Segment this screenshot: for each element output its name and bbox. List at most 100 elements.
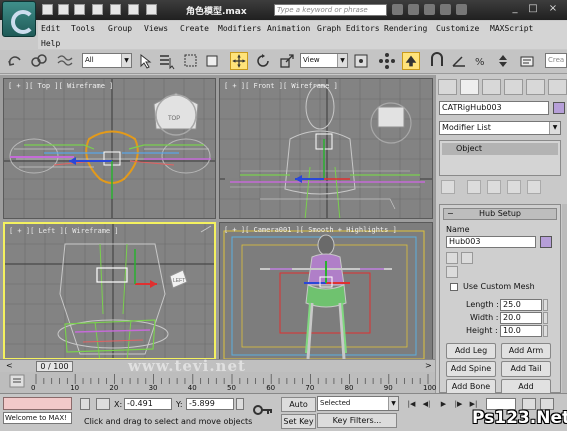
remove-modifier-icon[interactable] — [507, 180, 521, 194]
help-icon[interactable] — [456, 4, 467, 15]
save-file-icon[interactable] — [74, 4, 85, 15]
select-and-manipulate-icon[interactable] — [378, 52, 396, 70]
viewport-top-label[interactable]: [ + ][ Top ][ Wireframe ] — [8, 82, 113, 90]
minimize-button[interactable]: _ — [508, 3, 522, 16]
stack-item-object[interactable]: Object — [442, 143, 558, 155]
hub-color-swatch[interactable] — [540, 236, 552, 248]
undo-tool-icon[interactable] — [6, 52, 24, 70]
window-crossing-icon[interactable] — [204, 52, 222, 70]
utilities-tab-icon[interactable] — [548, 79, 567, 95]
viewport-left[interactable]: LEFT [ + ][ Left ][ Wireframe ] — [3, 222, 216, 360]
selection-filter-dropdown[interactable]: All ▼ — [82, 53, 132, 68]
keyboard-shortcut-override-icon[interactable] — [402, 52, 420, 70]
time-slider-right-arrow[interactable]: > — [425, 361, 432, 370]
menu-customize[interactable]: Customize — [436, 24, 479, 33]
hub-name-field[interactable]: Hub003 — [446, 236, 536, 248]
pin-stack-icon[interactable] — [441, 180, 455, 194]
menu-animation[interactable]: Animation — [267, 24, 310, 33]
select-and-link-icon[interactable] — [30, 52, 48, 70]
rollout-header[interactable]: − Hub Setup — [443, 208, 557, 220]
previous-frame-icon[interactable]: ◀| — [420, 398, 433, 410]
open-file-icon[interactable] — [58, 4, 69, 15]
motion-tab-icon[interactable] — [504, 79, 523, 95]
search-input[interactable]: Type a keyword or phrase — [274, 4, 387, 16]
command-panel-scrollbar[interactable] — [562, 204, 567, 393]
named-selection-input[interactable]: Crea — [545, 53, 567, 68]
menu-group[interactable]: Group — [108, 24, 132, 33]
next-frame-icon[interactable]: |▶ — [452, 398, 465, 410]
copy-icon[interactable] — [461, 252, 473, 264]
height-spinner[interactable] — [543, 325, 548, 337]
z-coord-spinner[interactable] — [236, 398, 244, 410]
project-folder-icon[interactable] — [146, 4, 157, 15]
object-name-field[interactable]: CATRigHub003 — [439, 101, 549, 115]
menu-tools[interactable]: Tools — [71, 24, 95, 33]
undo-icon[interactable] — [92, 4, 103, 15]
add-arm-button[interactable]: Add Arm — [501, 343, 551, 359]
selection-lock-icon[interactable] — [80, 398, 90, 410]
menu-maxscript[interactable]: MAXScript — [490, 24, 533, 33]
viewport-front[interactable]: [ + ][ Front ][ Wireframe ] — [219, 78, 433, 219]
create-tab-icon[interactable] — [438, 79, 457, 95]
hold-icon[interactable] — [128, 4, 139, 15]
bind-to-space-warp-icon[interactable] — [56, 52, 74, 70]
go-to-start-icon[interactable]: |◀ — [405, 398, 418, 410]
track-bar[interactable]: 0 10 20 30 40 50 60 70 80 90 100 — [0, 372, 436, 393]
select-and-rotate-icon[interactable] — [254, 52, 272, 70]
x-coord-field[interactable]: -0.491 — [124, 398, 172, 410]
add-spine-button[interactable]: Add Spine — [446, 361, 496, 377]
show-end-result-icon[interactable] — [467, 180, 481, 194]
subscription-icon[interactable] — [408, 4, 419, 15]
edit-named-selection-icon[interactable] — [518, 52, 536, 70]
menu-views[interactable]: Views — [144, 24, 168, 33]
y-coord-field[interactable]: -5.899 — [186, 398, 234, 410]
viewcube-top-face[interactable]: TOP — [168, 116, 180, 122]
menu-rendering[interactable]: Rendering — [384, 24, 427, 33]
absolute-mode-icon[interactable] — [96, 398, 110, 410]
paste-icon[interactable] — [446, 252, 458, 264]
select-and-move-icon[interactable] — [230, 52, 248, 70]
object-color-swatch[interactable] — [553, 102, 565, 114]
spinner-snap-icon[interactable] — [494, 52, 512, 70]
viewport-front-label[interactable]: [ + ][ Front ][ Wireframe ] — [224, 82, 338, 90]
hierarchy-tab-icon[interactable] — [482, 79, 501, 95]
key-filters-button[interactable]: Key Filters... — [317, 413, 397, 428]
maximize-button[interactable]: □ — [526, 3, 540, 16]
add-tail-button[interactable]: Add Tail — [501, 361, 551, 377]
maxscript-mini-listener[interactable] — [3, 397, 72, 410]
use-pivot-center-icon[interactable] — [352, 52, 370, 70]
select-by-name-icon[interactable] — [158, 52, 176, 70]
menu-edit[interactable]: Edit — [41, 24, 60, 33]
menu-modifiers[interactable]: Modifiers — [218, 24, 261, 33]
viewport-top[interactable]: TOP [ + ][ Top ][ Wireframe ] — [3, 78, 216, 219]
communication-icon[interactable] — [424, 4, 435, 15]
application-logo-icon[interactable] — [2, 1, 36, 37]
viewport-camera[interactable]: [ + ][ Camera001 ][ Smooth + Highlights … — [219, 222, 433, 360]
width-field[interactable]: 20.0 — [500, 312, 542, 324]
auto-key-button[interactable]: Auto Key — [281, 397, 316, 422]
time-slider-left-arrow[interactable]: < — [6, 361, 13, 370]
select-and-scale-icon[interactable] — [278, 52, 296, 70]
play-icon[interactable]: ▶ — [437, 398, 450, 410]
binoculars-icon[interactable] — [392, 4, 403, 15]
length-spinner[interactable] — [543, 299, 548, 311]
redo-icon[interactable] — [110, 4, 121, 15]
menu-help[interactable]: Help — [41, 39, 60, 48]
rectangular-selection-icon[interactable] — [182, 52, 200, 70]
make-unique-icon[interactable] — [487, 180, 501, 194]
height-field[interactable]: 10.0 — [500, 325, 542, 337]
set-key-button[interactable]: Set Key — [281, 414, 316, 429]
time-slider-thumb[interactable]: 0 / 100 — [36, 361, 73, 372]
use-custom-mesh-checkbox[interactable] — [450, 283, 458, 291]
key-mode-dropdown[interactable]: Selected ▼ — [317, 396, 399, 411]
percent-snap-icon[interactable]: % — [472, 52, 490, 70]
mirror-icon[interactable] — [446, 266, 458, 278]
snaps-toggle-icon[interactable] — [428, 52, 446, 70]
select-object-icon[interactable] — [136, 52, 154, 70]
new-file-icon[interactable] — [42, 4, 53, 15]
menu-graph-editors[interactable]: Graph Editors — [317, 24, 380, 33]
menu-create[interactable]: Create — [180, 24, 209, 33]
add-leg-button[interactable]: Add Leg — [446, 343, 496, 359]
modify-tab-icon[interactable] — [460, 79, 479, 95]
viewcube-left-face[interactable]: LEFT — [173, 278, 185, 284]
